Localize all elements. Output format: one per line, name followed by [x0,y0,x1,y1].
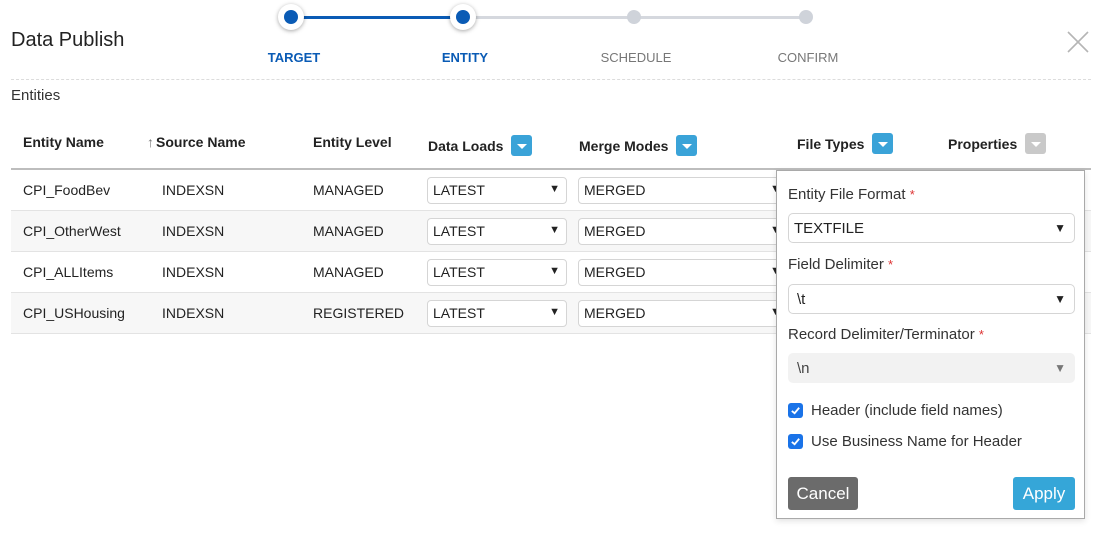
field-delimiter-select[interactable]: \t ▼ [788,284,1075,314]
table-header: Entity Name ↑ Source Name Entity Level D… [11,120,1091,170]
step-dot-confirm [799,10,813,24]
column-header-merge-modes: Merge Modes [579,135,698,156]
label-text: Field Delimiter [788,256,884,273]
merge-mode-select[interactable]: MERGED ▼ [578,259,788,286]
dropdown-caret-icon: ▼ [1054,221,1066,235]
entity-level-cell: MANAGED [313,223,384,239]
column-header-entity-level[interactable]: Entity Level [313,134,392,150]
source-name-cell: INDEXSN [162,223,225,239]
merge-mode-select[interactable]: MERGED ▼ [578,218,788,245]
step-label-target[interactable]: TARGET [234,50,354,65]
required-marker: * [978,327,984,342]
entity-name-cell: CPI_FoodBev [23,182,111,198]
data-load-select[interactable]: LATEST ▼ [427,259,567,286]
label-text: Entity File Format [788,186,906,203]
label-text: Record Delimiter/Terminator [788,326,975,343]
merge-modes-bulk-dropdown-button[interactable] [676,135,698,156]
file-types-bulk-dropdown-button[interactable] [872,133,894,154]
column-header-data-loads: Data Loads [428,135,533,156]
progress-stepper: TARGET ENTITY SCHEDULE CONFIRM [0,0,1104,70]
apply-button[interactable]: Apply [1013,477,1075,510]
step-label-schedule: SCHEDULE [600,50,672,65]
entity-level-cell: REGISTERED [313,305,405,321]
record-delimiter-value: \n [797,360,810,377]
merge-mode-value: MERGED [584,264,646,280]
checkbox-checked-icon[interactable] [788,434,803,449]
data-load-value: LATEST [433,182,485,198]
merge-mode-select[interactable]: MERGED ▼ [578,300,788,327]
field-delimiter-value: \t [797,291,806,308]
entity-file-format-label: Entity File Format * [788,186,915,203]
record-delimiter-label: Record Delimiter/Terminator * [788,326,984,343]
checkbox-checked-icon[interactable] [788,403,803,418]
cancel-button[interactable]: Cancel [788,477,858,510]
entity-file-format-select[interactable]: TEXTFILE ▼ [788,213,1075,243]
business-name-header-checkbox[interactable]: Use Business Name for Header [788,433,1022,450]
data-load-select[interactable]: LATEST ▼ [427,300,567,327]
column-header-file-types: File Types [797,133,894,154]
step-label-entity[interactable]: ENTITY [405,50,525,65]
entity-level-cell: MANAGED [313,264,384,280]
data-loads-bulk-dropdown-button[interactable] [511,135,533,156]
entity-name-cell: CPI_OtherWest [23,223,121,239]
merge-mode-value: MERGED [584,223,646,239]
merge-mode-value: MERGED [584,182,646,198]
dropdown-caret-icon: ▼ [549,265,560,277]
section-label: Entities [11,87,61,104]
column-label: Entity Name [23,134,104,150]
merge-mode-select[interactable]: MERGED ▼ [578,177,788,204]
properties-bulk-dropdown-button [1025,133,1047,154]
entity-file-format-value: TEXTFILE [794,220,865,237]
required-marker: * [909,187,915,202]
arrow-up-icon: ↑ [147,134,154,150]
field-delimiter-label: Field Delimiter * [788,256,893,273]
header-checkbox[interactable]: Header (include field names) [788,402,1003,419]
column-header-source-name[interactable]: ↑ Source Name [147,134,245,150]
entity-name-cell: CPI_ALLItems [23,264,114,280]
column-header-properties: Properties [948,133,1047,154]
data-load-select[interactable]: LATEST ▼ [427,177,567,204]
data-load-value: LATEST [433,223,485,239]
dropdown-caret-icon: ▼ [549,306,560,318]
entity-name-cell: CPI_USHousing [23,305,125,321]
dropdown-caret-icon: ▼ [549,224,560,236]
dropdown-caret-icon: ▼ [549,183,560,195]
dropdown-caret-icon: ▼ [1054,361,1066,375]
source-name-cell: INDEXSN [162,264,225,280]
required-marker: * [888,257,894,272]
stepper-line-completed [291,16,463,19]
column-header-entity-name[interactable]: Entity Name [23,134,104,150]
step-dot-schedule [627,10,641,24]
data-load-value: LATEST [433,264,485,280]
entity-level-cell: MANAGED [313,182,384,198]
step-dot-target[interactable] [278,4,304,30]
step-dot-entity[interactable] [450,4,476,30]
checkbox-label: Header (include field names) [811,402,1003,419]
column-label: Data Loads [428,137,504,154]
dropdown-caret-icon: ▼ [1054,292,1066,306]
column-label: Source Name [156,134,246,150]
column-label: Properties [948,135,1018,152]
step-label-confirm: CONFIRM [777,50,839,65]
data-load-select[interactable]: LATEST ▼ [427,218,567,245]
column-label: Entity Level [313,134,392,150]
column-label: File Types [797,135,865,152]
file-types-popup: Entity File Format * TEXTFILE ▼ Field De… [776,170,1085,519]
checkbox-label: Use Business Name for Header [811,433,1022,450]
column-label: Merge Modes [579,137,669,154]
source-name-cell: INDEXSN [162,182,225,198]
record-delimiter-select: \n ▼ [788,353,1075,383]
header-divider [11,79,1091,80]
data-load-value: LATEST [433,305,485,321]
source-name-cell: INDEXSN [162,305,225,321]
merge-mode-value: MERGED [584,305,646,321]
